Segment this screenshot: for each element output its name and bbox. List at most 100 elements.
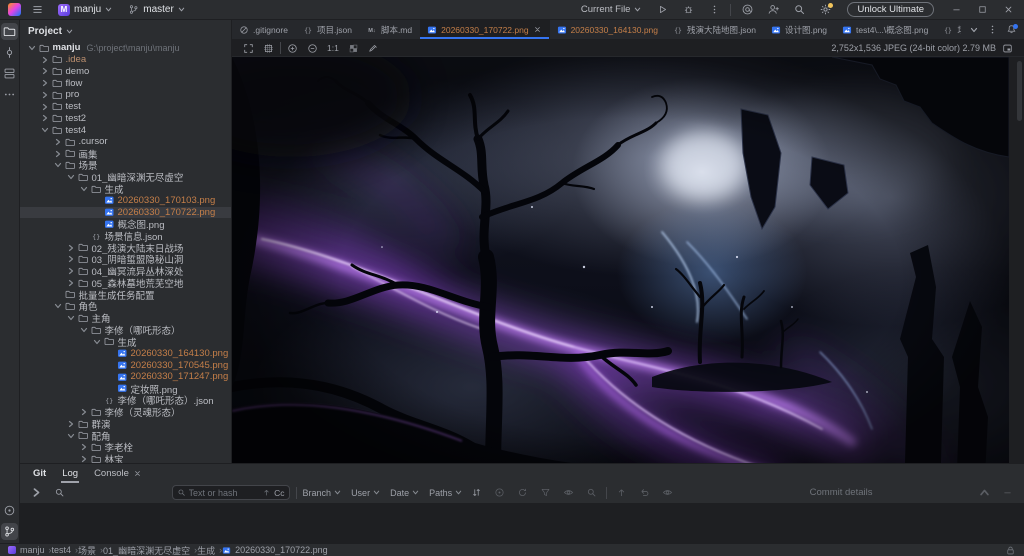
more-tools-button[interactable]	[1, 86, 18, 103]
commit-tool-button[interactable]	[1, 44, 18, 61]
log-filter-dropdown[interactable]: User	[351, 488, 380, 498]
breadcrumb-item[interactable]: 01_幽暗深渊无尽虚空 ›	[103, 544, 197, 556]
expand-chevron-icon[interactable]	[93, 197, 101, 205]
lock-icon[interactable]	[1005, 545, 1016, 556]
structure-tool-button[interactable]	[1, 65, 18, 82]
expand-chevron-icon[interactable]	[80, 455, 88, 463]
expand-chevron-icon[interactable]	[41, 126, 49, 134]
editor-tab[interactable]: 脚本.md	[360, 20, 420, 39]
expand-chevron-icon[interactable]	[67, 279, 75, 287]
expand-chevron-icon[interactable]	[41, 103, 49, 111]
log-filter-dropdown[interactable]: Date	[390, 488, 419, 498]
log-search-button[interactable]	[51, 485, 68, 501]
tree-row[interactable]: 场景信息.json	[20, 230, 231, 242]
close-icon[interactable]	[133, 469, 142, 478]
pipette-button[interactable]	[365, 41, 382, 56]
tree-row[interactable]: 李老栓	[20, 442, 231, 454]
expand-chevron-icon[interactable]	[80, 408, 88, 416]
tree-row[interactable]: 定妆照.png	[20, 383, 231, 395]
notifications-button[interactable]	[1003, 22, 1020, 37]
tree-row[interactable]: 批量生成任务配置	[20, 289, 231, 301]
show-details-button[interactable]	[659, 485, 676, 501]
expand-panel-button[interactable]	[976, 485, 993, 501]
breadcrumb-item[interactable]: test4 ›	[52, 545, 79, 555]
tree-row[interactable]: .cursor	[20, 136, 231, 148]
run-configuration-selector[interactable]: Current File	[576, 3, 647, 16]
editor-tab[interactable]: 场景信息.json	[936, 20, 961, 39]
grid-lines-button[interactable]	[260, 41, 277, 56]
expand-chevron-icon[interactable]	[106, 349, 114, 357]
unlock-ultimate-button[interactable]: Unlock Ultimate	[847, 2, 934, 17]
expand-chevron-icon[interactable]	[67, 255, 75, 263]
tree-row[interactable]: 20260330_170545.png	[20, 359, 231, 371]
breadcrumb-item[interactable]: 生成 ›	[197, 544, 222, 556]
hidden-tabs-button[interactable]	[965, 22, 982, 37]
ai-assistant-button[interactable]	[737, 1, 757, 19]
tree-row[interactable]: flow	[20, 77, 231, 89]
project-tool-button[interactable]	[1, 23, 18, 40]
breadcrumb-item[interactable]: 20260330_170722.png ›	[222, 545, 328, 555]
expand-chevron-icon[interactable]	[54, 302, 62, 310]
tree-row[interactable]: 20260330_170722.png	[20, 207, 231, 219]
run-button[interactable]	[652, 1, 672, 19]
main-menu-button[interactable]	[27, 1, 47, 19]
expand-chevron-icon[interactable]	[41, 56, 49, 64]
problems-tool-button[interactable]	[1, 502, 18, 519]
expand-chevron-icon[interactable]	[67, 244, 75, 252]
tree-row[interactable]: 配角	[20, 430, 231, 442]
rollback-button[interactable]	[636, 485, 653, 501]
log-filter-dropdown[interactable]: Paths	[429, 488, 462, 498]
expand-chevron-icon[interactable]	[106, 373, 114, 381]
go-to-hash-button[interactable]	[583, 485, 600, 501]
tree-row[interactable]: 主角	[20, 312, 231, 324]
push-button[interactable]	[613, 485, 630, 501]
editor-tab[interactable]: test4\...\概念图.png	[835, 20, 936, 39]
tree-row[interactable]: 场景	[20, 160, 231, 172]
tree-row[interactable]: 林宝	[20, 453, 231, 463]
tree-row[interactable]: 画集	[20, 148, 231, 160]
tree-row[interactable]: test2	[20, 113, 231, 125]
expand-chevron-icon[interactable]	[54, 138, 62, 146]
code-with-me-button[interactable]	[763, 1, 783, 19]
breadcrumb-item[interactable]: manju ›	[8, 545, 52, 555]
expand-chevron-icon[interactable]	[28, 44, 36, 52]
expand-chevron-icon[interactable]	[106, 385, 114, 393]
filter-paths-button[interactable]	[537, 485, 554, 501]
settings-button[interactable]	[815, 1, 835, 19]
search-everywhere-button[interactable]	[789, 1, 809, 19]
panel-tab[interactable]: Git	[26, 464, 53, 483]
tree-row[interactable]: 群演	[20, 418, 231, 430]
expand-chevron-icon[interactable]	[41, 91, 49, 99]
project-selector[interactable]: M manju	[53, 3, 117, 17]
editor-tab[interactable]: 设计图.png	[764, 20, 835, 39]
tree-row[interactable]: 01_幽暗深渊无尽虚空	[20, 171, 231, 183]
editor-tab[interactable]: 20260330_164130.png	[550, 20, 666, 39]
tree-row[interactable]: pro	[20, 89, 231, 101]
minimize-button[interactable]	[946, 1, 966, 19]
expand-chevron-icon[interactable]	[80, 443, 88, 451]
project-panel-header[interactable]: Project	[20, 20, 231, 42]
tree-row[interactable]: test4	[20, 124, 231, 136]
preview-diff-button[interactable]	[560, 485, 577, 501]
more-actions-button[interactable]	[704, 1, 724, 19]
actual-size-button[interactable]: 1:1	[324, 43, 342, 53]
collapse-graph-button[interactable]	[28, 485, 45, 501]
expand-chevron-icon[interactable]	[54, 291, 62, 299]
tree-row[interactable]: 李修（哪吒形态）	[20, 324, 231, 336]
tree-row[interactable]: 20260330_164130.png	[20, 348, 231, 360]
tree-row[interactable]: .idea	[20, 54, 231, 66]
tree-row[interactable]: 李修（灵魂形态）	[20, 406, 231, 418]
commit-search-field[interactable]: Cc	[172, 485, 290, 500]
expand-chevron-icon[interactable]	[67, 314, 75, 322]
tree-row[interactable]: manju G:\project\manju\manju	[20, 42, 231, 54]
expand-chevron-icon[interactable]	[93, 208, 101, 216]
expand-chevron-icon[interactable]	[106, 361, 114, 369]
image-canvas[interactable]	[232, 57, 1024, 463]
editor-scrollbar[interactable]	[1014, 57, 1024, 463]
scrollbar-thumb[interactable]	[1017, 61, 1022, 121]
expand-chevron-icon[interactable]	[54, 161, 62, 169]
tab-options-button[interactable]	[984, 22, 1001, 37]
editor-tab[interactable]: .gitignore	[232, 20, 296, 39]
expand-chevron-icon[interactable]	[93, 220, 101, 228]
tree-row[interactable]: 20260330_170103.png	[20, 195, 231, 207]
